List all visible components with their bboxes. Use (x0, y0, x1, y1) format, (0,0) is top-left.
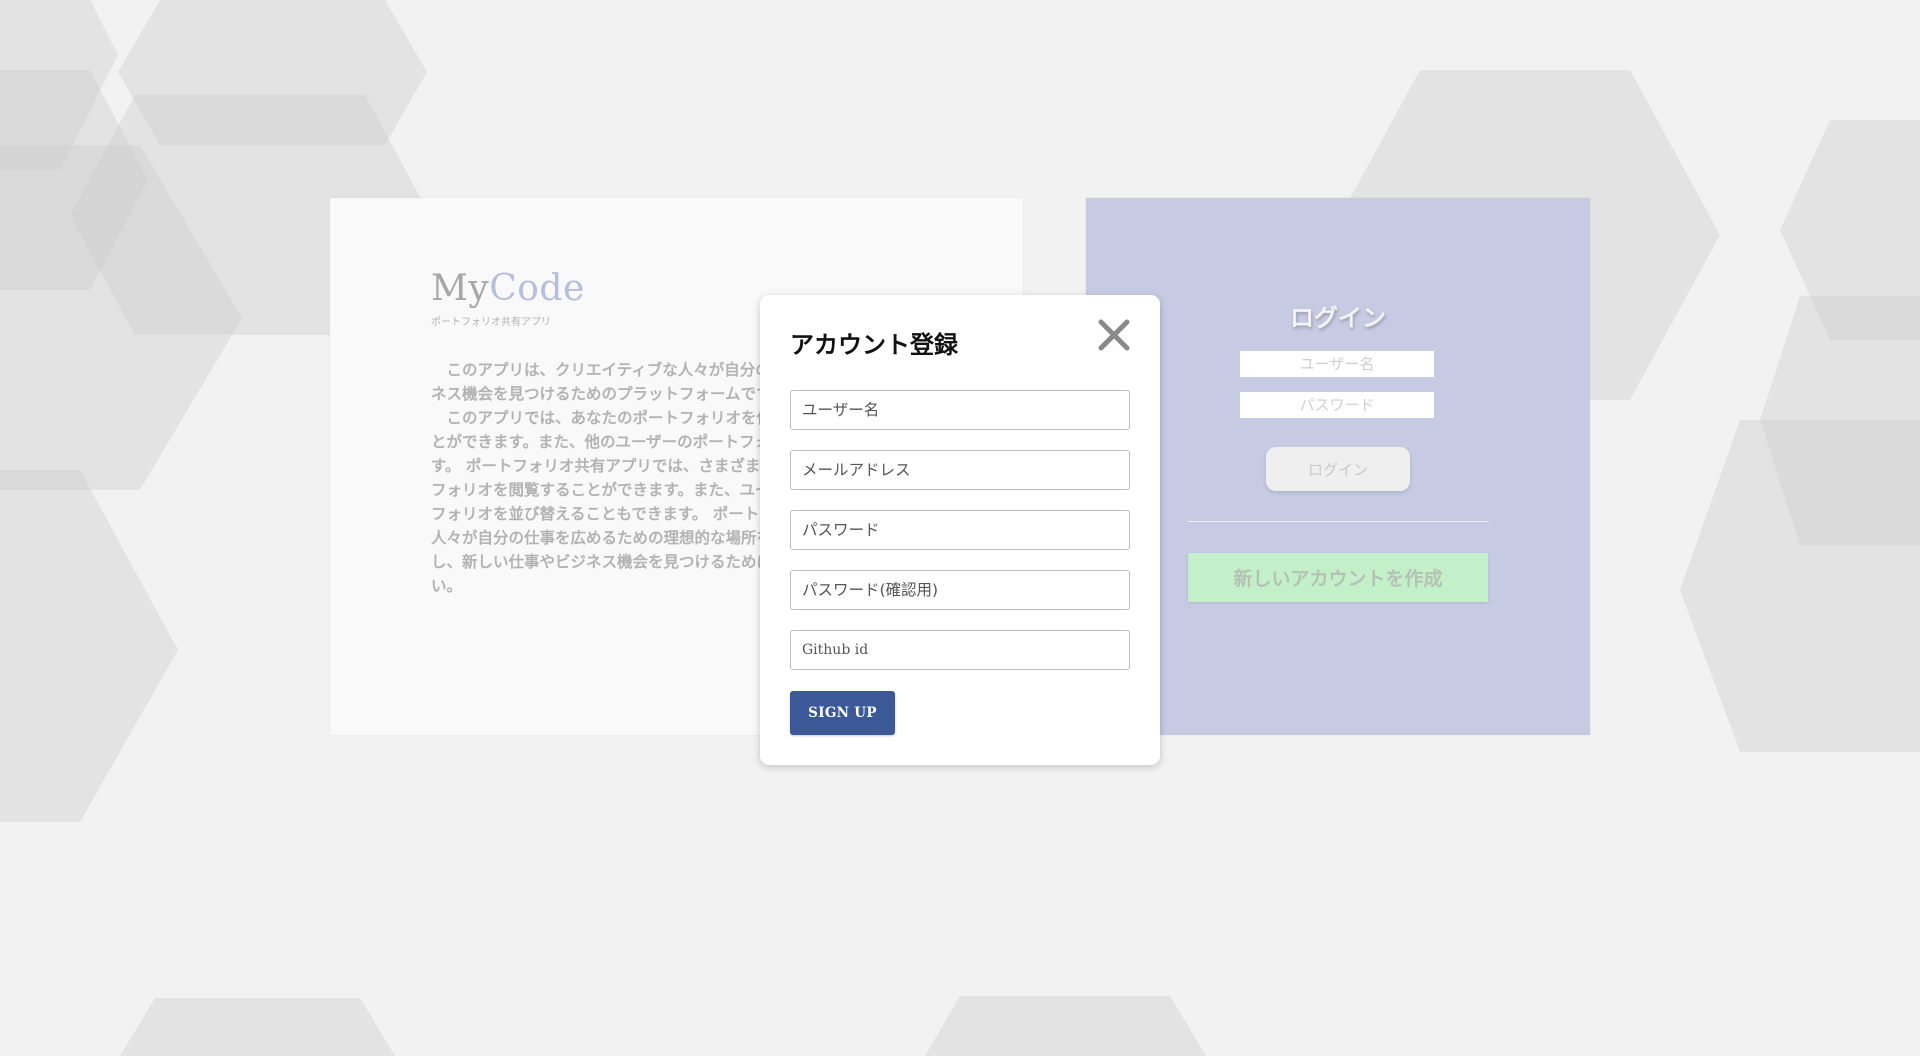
signup-password-confirm-input[interactable] (790, 570, 1130, 610)
bg-hexagon (0, 470, 178, 822)
logo-text-code: Code (489, 268, 585, 309)
bg-hexagon (120, 998, 395, 1056)
signup-modal: アカウント登録 SIGN UP (760, 295, 1160, 765)
bg-hexagon (925, 996, 1206, 1056)
close-icon-glyph (1098, 319, 1130, 351)
login-title: ログイン (1290, 304, 1386, 332)
login-button[interactable]: ログイン (1266, 447, 1410, 491)
close-icon[interactable] (1094, 315, 1134, 355)
create-account-button[interactable]: 新しいアカウントを作成 (1188, 553, 1488, 602)
login-panel: ログイン ログイン 新しいアカウントを作成 (1086, 198, 1590, 735)
signup-github-input[interactable] (790, 630, 1130, 670)
signup-username-input[interactable] (790, 390, 1130, 430)
modal-title: アカウント登録 (790, 331, 958, 359)
login-password-input[interactable] (1240, 392, 1434, 418)
logo-text-my: My (431, 268, 490, 309)
signup-email-input[interactable] (790, 450, 1130, 490)
app-logo: MyCode (431, 268, 585, 309)
logo-subtitle: ポートフォリオ共有アプリ (431, 317, 551, 328)
signup-password-input[interactable] (790, 510, 1130, 550)
signup-button[interactable]: SIGN UP (790, 691, 895, 735)
login-username-input[interactable] (1240, 351, 1434, 377)
page: MyCode ポートフォリオ共有アプリ このアプリは、クリエイティブな人々が自分… (0, 0, 1920, 1056)
login-divider (1187, 521, 1489, 522)
